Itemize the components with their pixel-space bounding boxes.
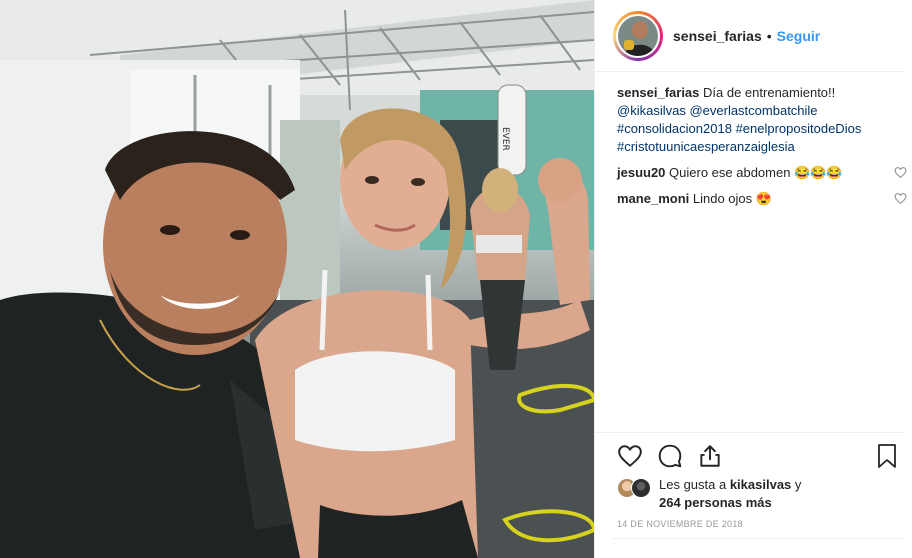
comment-text: Lindo ojos 😍	[689, 191, 772, 206]
caption-username[interactable]: sensei_farias	[617, 85, 699, 100]
follow-button[interactable]: Seguir	[777, 28, 821, 44]
heart-icon[interactable]	[617, 443, 643, 469]
comment-like-heart-icon[interactable]	[894, 192, 907, 205]
divider	[613, 538, 905, 539]
likes-text: Les gusta a kikasilvas y 264 personas má…	[659, 476, 801, 512]
comment-like-heart-icon[interactable]	[894, 166, 907, 179]
separator-dot: •	[766, 27, 772, 44]
bookmark-icon[interactable]	[875, 443, 899, 469]
post-date[interactable]: 14 DE NOVIEMBRE DE 2018	[617, 519, 743, 529]
avatar-frame	[616, 13, 660, 58]
likes-mid: y	[791, 477, 802, 492]
liker-avatars[interactable]	[617, 476, 657, 500]
likes-prefix: Les gusta a	[659, 477, 730, 492]
comment-username[interactable]: mane_moni	[617, 191, 689, 206]
comment-bubble-icon[interactable]	[657, 443, 683, 469]
comments-section: sensei_farias Día de entrenamiento!! @ki…	[617, 84, 909, 208]
action-bar	[595, 432, 905, 478]
liker-avatar	[631, 478, 651, 498]
share-icon[interactable]	[697, 443, 723, 469]
likes-count[interactable]: 264 personas más	[659, 495, 772, 510]
hashtag-link[interactable]: #cristotuunicaesperanzaiglesia	[617, 139, 795, 154]
comment-item: mane_moni Lindo ojos 😍	[617, 190, 909, 208]
hashtag-link[interactable]: #enelpropositodeDios	[736, 121, 862, 136]
mention-link[interactable]: @kikasilvas	[617, 103, 686, 118]
post-details-panel: sensei_farias • Seguir sensei_farias Día…	[594, 0, 912, 558]
likes-user[interactable]: kikasilvas	[730, 477, 791, 492]
mention-link[interactable]: @everlastcombatchile	[689, 103, 817, 118]
svg-text:EVER: EVER	[500, 127, 510, 151]
likes-summary: Les gusta a kikasilvas y 264 personas má…	[617, 476, 801, 512]
caption-text: Día de entrenamiento!!	[699, 85, 836, 100]
comment-item: jesuu20 Quiero ese abdomen 😂😂😂	[617, 164, 909, 182]
post-username[interactable]: sensei_farias	[673, 28, 762, 44]
post-caption: sensei_farias Día de entrenamiento!! @ki…	[617, 84, 909, 156]
avatar-image	[618, 15, 658, 56]
profile-avatar[interactable]	[613, 10, 663, 61]
post-photo[interactable]: EVER	[0, 0, 594, 558]
comment-text: Quiero ese abdomen 😂😂😂	[665, 165, 843, 180]
comment-username[interactable]: jesuu20	[617, 165, 665, 180]
hashtag-link[interactable]: #consolidacion2018	[617, 121, 732, 136]
photo-illustration: EVER	[0, 0, 594, 558]
post-header: sensei_farias • Seguir	[595, 0, 905, 72]
